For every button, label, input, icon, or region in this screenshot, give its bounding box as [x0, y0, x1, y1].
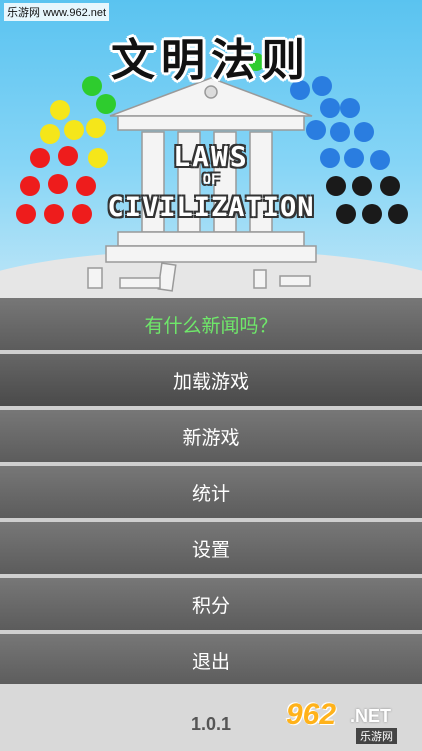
- credits-button[interactable]: 积分: [0, 578, 422, 634]
- watermark-top: 乐游网 www.962.net: [4, 3, 110, 21]
- main-menu: 有什么新闻吗？ 加载游戏 新游戏 统计 设置 积分 退出: [0, 298, 422, 690]
- watermark-suffix: .NET: [350, 706, 392, 726]
- logo-of: OF: [202, 172, 220, 188]
- logo-laws: LAWS: [173, 140, 249, 173]
- load-game-button[interactable]: 加载游戏: [0, 354, 422, 410]
- game-title: 文明法则: [111, 35, 311, 86]
- watermark-number: 962: [286, 698, 337, 731]
- exit-button[interactable]: 退出: [0, 634, 422, 690]
- settings-button[interactable]: 设置: [0, 522, 422, 578]
- news-button[interactable]: 有什么新闻吗？: [0, 298, 422, 354]
- logo-civilization: CIVILIZATION: [107, 192, 315, 223]
- watermark-sub: 乐游网: [356, 728, 397, 744]
- watermark-logo: 962 .NET 乐游网: [286, 698, 414, 746]
- statistics-button[interactable]: 统计: [0, 466, 422, 522]
- new-game-button[interactable]: 新游戏: [0, 410, 422, 466]
- title-banner: 乐游网 www.962.net 文明法则 LAWS OF CIVILIZATIO…: [0, 0, 422, 298]
